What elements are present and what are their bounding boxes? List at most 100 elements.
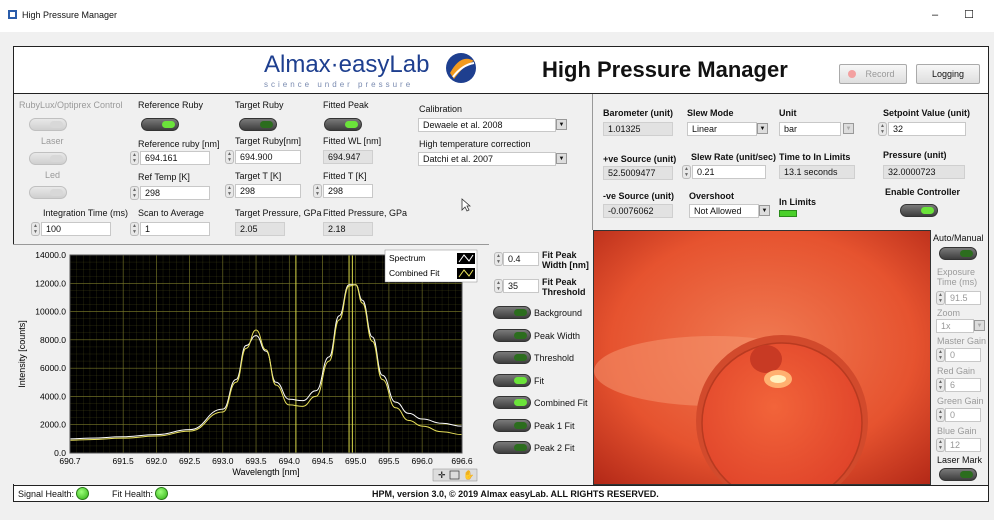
y-tick-label: 10000.0 — [35, 307, 66, 317]
fitted-peak-toggle[interactable] — [324, 118, 362, 131]
target-t-label: Target T [K] — [235, 171, 282, 181]
x-tick-label: 693.0 — [212, 456, 234, 466]
minimize-button[interactable]: – — [922, 6, 948, 24]
green-gain-input[interactable]: 0 — [945, 408, 981, 422]
fitted-t-input[interactable]: 298 — [323, 184, 373, 198]
fit-peak-width-spinner[interactable]: ▲ ▼ — [494, 252, 503, 266]
overshoot-label: Overshoot — [689, 191, 735, 201]
unit-dropdown-icon[interactable]: ▼ — [843, 123, 854, 134]
barometer-label: Barometer (unit) — [603, 108, 674, 118]
reference-ruby-spinner[interactable]: ▲ ▼ — [130, 151, 139, 165]
toggle-threshold[interactable] — [493, 351, 531, 364]
target-ruby-spinner[interactable]: ▲ ▼ — [225, 150, 234, 164]
laser-toggle[interactable] — [29, 118, 67, 131]
zoom-label: Zoom — [937, 308, 961, 318]
overshoot-dropdown-icon[interactable]: ▼ — [759, 205, 770, 216]
y-axis-label: Intensity [counts] — [17, 320, 27, 388]
auto-manual-label: Auto/Manual — [933, 233, 984, 243]
calibration-dropdown-icon[interactable]: ▼ — [556, 119, 567, 130]
toggle-peak-2-fit[interactable] — [493, 441, 531, 454]
red-gain-input[interactable]: 6 — [945, 378, 981, 392]
toggle-label-fit: Fit — [534, 375, 544, 386]
reference-ruby-toggle[interactable] — [141, 118, 179, 131]
pos-source-value: 52.5009477 — [603, 166, 673, 180]
ref-temp-label: Ref Temp [K] — [138, 172, 190, 182]
unit-select[interactable]: bar — [779, 122, 841, 136]
master-gain-input[interactable]: 0 — [945, 348, 981, 362]
legend-label: Combined Fit — [389, 268, 440, 278]
slew-mode-dropdown-icon[interactable]: ▼ — [757, 123, 768, 134]
logging-button[interactable]: Logging — [916, 64, 980, 84]
fit-peak-threshold-spinner[interactable]: ▲ ▼ — [494, 279, 503, 293]
red-gain-spinner[interactable]: ▲ ▼ — [936, 378, 945, 392]
target-t-spinner[interactable]: ▲ ▼ — [225, 184, 234, 198]
toggle-fit[interactable] — [493, 373, 531, 387]
zoom-select[interactable]: 1x — [936, 319, 974, 333]
zoom-dropdown-icon[interactable]: ▼ — [974, 320, 985, 331]
calibration-select[interactable]: Dewaele et al. 2008 — [418, 118, 556, 132]
green-gain-spinner[interactable]: ▲ ▼ — [936, 408, 945, 422]
integration-time-label: Integration Time (ms) — [43, 208, 129, 218]
high-temp-dropdown-icon[interactable]: ▼ — [556, 153, 567, 164]
exposure-input[interactable]: 91.5 — [945, 291, 981, 305]
toggle-label-peak-width: Peak Width — [534, 330, 581, 341]
neg-source-value: -0.0076062 — [603, 204, 673, 218]
fit-peak-threshold-input[interactable]: 35 — [503, 279, 539, 293]
ref-temp-input[interactable]: 298 — [140, 186, 210, 200]
master-gain-spinner[interactable]: ▲ ▼ — [936, 348, 945, 362]
x-tick-label: 695.5 — [378, 456, 400, 466]
toggle-peak-1-fit[interactable] — [493, 418, 531, 432]
exposure-label: Exposure Time (ms) — [937, 267, 978, 287]
camera-controls-panel: Auto/Manual Exposure Time (ms) ▲ ▼ 91.5 Z… — [931, 230, 989, 485]
blue-gain-label: Blue Gain — [937, 426, 977, 436]
exposure-spinner[interactable]: ▲ ▼ — [936, 291, 945, 305]
signal-health-led — [76, 487, 89, 500]
toggle-background[interactable] — [493, 306, 531, 319]
auto-manual-toggle[interactable] — [939, 247, 977, 260]
overshoot-select[interactable]: Not Allowed — [689, 204, 759, 218]
record-button[interactable]: Record — [839, 64, 907, 84]
reference-ruby-input[interactable]: 694.161 — [140, 151, 210, 165]
integration-time-input[interactable]: 100 — [41, 222, 111, 236]
slew-mode-label: Slew Mode — [687, 108, 734, 118]
target-ruby-toggle[interactable] — [239, 118, 277, 131]
integration-time-spinner[interactable]: ▲ ▼ — [31, 222, 40, 236]
target-t-input[interactable]: 298 — [235, 184, 301, 198]
led-toggle[interactable] — [29, 152, 67, 165]
enable-controller-toggle[interactable] — [900, 204, 938, 217]
laser-mark-toggle[interactable] — [939, 468, 977, 481]
fit-peak-width-input[interactable]: 0.4 — [503, 252, 539, 266]
camera-view[interactable] — [593, 230, 931, 485]
pos-source-label: +ve Source (unit) — [603, 154, 677, 164]
crosshair-icon: ✛ — [438, 471, 446, 481]
spectrum-chart[interactable]: 690.7 691.5 692.0 692.5 693.0 693.5 694.0 694.5… — [13, 245, 489, 485]
blue-gain-input[interactable]: 12 — [945, 438, 981, 452]
high-temp-select[interactable]: Datchi et al. 2007 — [418, 152, 556, 166]
slew-rate-label: Slew Rate (unit/sec) — [691, 152, 777, 162]
ref-temp-spinner[interactable]: ▲ ▼ — [130, 186, 139, 200]
maximize-button[interactable]: ☐ — [956, 6, 982, 24]
toggle-peak-width[interactable] — [493, 328, 531, 342]
setpoint-input[interactable]: 32 — [888, 122, 966, 136]
slew-rate-input[interactable]: 0.21 — [692, 165, 766, 179]
fitted-t-spinner[interactable]: ▲ ▼ — [313, 184, 322, 198]
window-titlebar: High Pressure Manager – ☐ — [0, 0, 994, 32]
led-label: Led — [45, 170, 61, 180]
slew-rate-spinner[interactable]: ▲ ▼ — [682, 165, 691, 179]
scan-average-spinner[interactable]: ▲ ▼ — [130, 222, 139, 236]
slew-mode-select[interactable]: Linear — [687, 122, 757, 136]
toggle-combined-fit[interactable] — [493, 396, 531, 409]
setpoint-spinner[interactable]: ▲ ▼ — [878, 122, 887, 136]
target-ruby-input[interactable]: 694.900 — [235, 150, 301, 164]
scan-average-input[interactable]: 1 — [140, 222, 210, 236]
ruby-controls-panel: RubyLux/Optiprex Control Laser Led Integ… — [13, 94, 593, 244]
reference-ruby-nm-label: Reference ruby [nm] — [138, 139, 220, 149]
legend-swatch — [457, 253, 475, 264]
pressure-controller-panel: Barometer (unit) 1.01325 Slew Mode Linea… — [593, 94, 989, 230]
aux-toggle[interactable] — [29, 186, 67, 199]
blue-gain-spinner[interactable]: ▲ ▼ — [936, 438, 945, 452]
target-pressure-label: Target Pressure, GPa — [235, 208, 322, 218]
fitted-wl-value: 694.947 — [323, 150, 373, 164]
x-tick-label: 693.5 — [245, 456, 267, 466]
mouse-cursor-icon — [461, 198, 471, 212]
